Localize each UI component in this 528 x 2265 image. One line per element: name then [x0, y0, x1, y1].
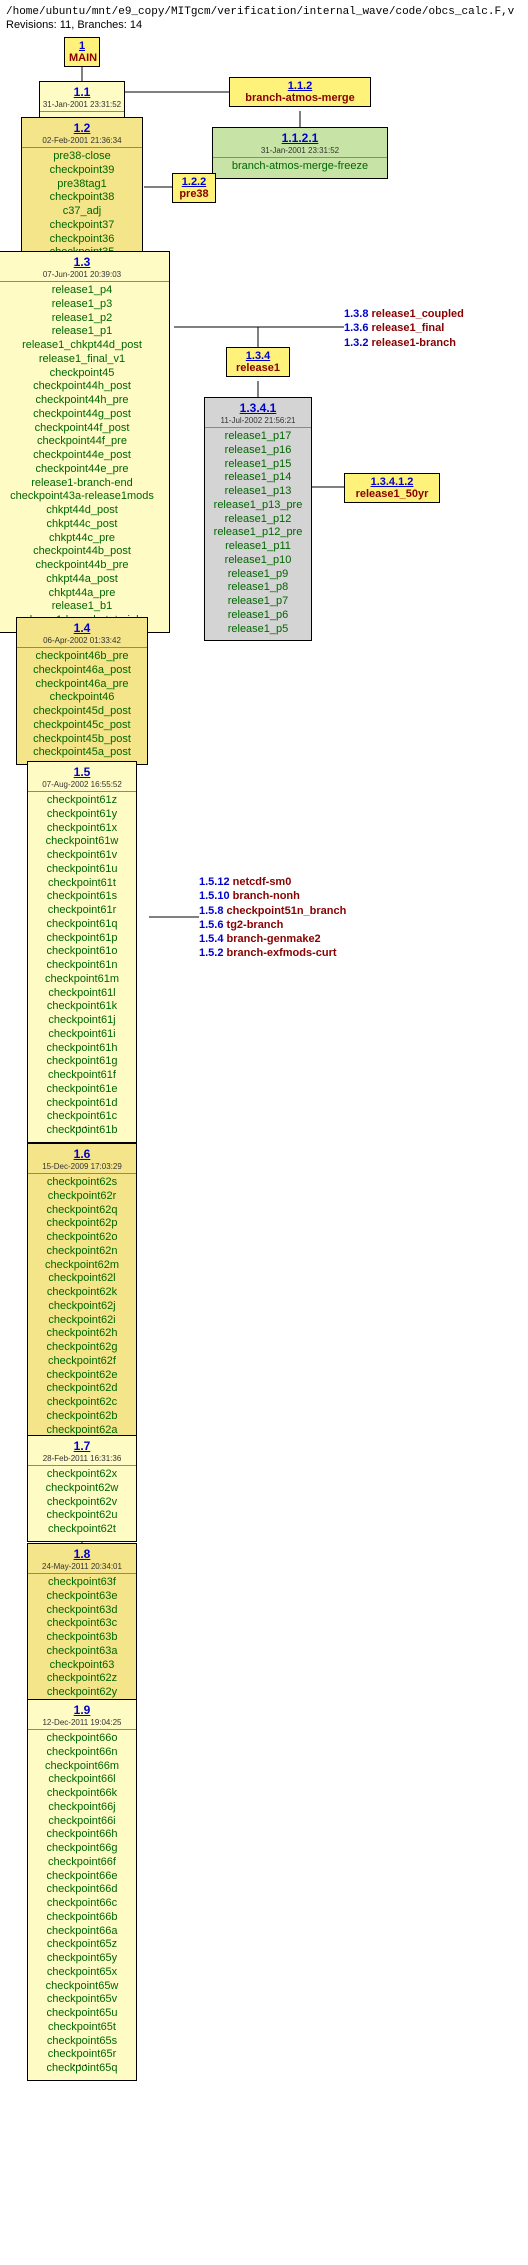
tag: pre38	[177, 188, 211, 200]
rev: 1.7	[32, 1439, 132, 1454]
date: 02-Feb-2001 21:36:34	[22, 136, 142, 148]
main-rev: 1	[69, 40, 95, 52]
tags: checkpoint63fcheckpoint63echeckpoint63dc…	[32, 1576, 132, 1700]
date: 15-Dec-2009 17:03:29	[28, 1162, 136, 1174]
rev: 1.9	[32, 1703, 132, 1718]
tags: checkpoint46b_precheckpoint46a_postcheck…	[21, 650, 143, 760]
ellipsis-icon: ...	[72, 2053, 90, 2069]
node-1-7[interactable]: 1.7 28-Feb-2011 16:31:36 checkpoint62xch…	[27, 1435, 137, 1542]
meta-line: Revisions: 11, Branches: 14	[6, 19, 528, 31]
node-1-1-2-1[interactable]: 1.1.2.1 31-Jan-2001 23:31:52 branch-atmo…	[212, 127, 388, 179]
date: 07-Aug-2002 16:55:52	[28, 780, 136, 792]
rev: 1.4	[21, 621, 143, 636]
tags: release1_p17release1_p16release1_p15rele…	[209, 430, 307, 636]
tag: branch-atmos-merge-freeze	[217, 160, 383, 174]
branches-1-5: 1.5.12 netcdf-sm01.5.10 branch-nonh1.5.8…	[199, 875, 346, 961]
node-1-3[interactable]: 1.3 07-Jun-2001 20:39:03 release1_p4rele…	[0, 251, 170, 633]
tags: pre38-closecheckpoint39pre38tag1checkpoi…	[26, 150, 138, 260]
node-1-3-4[interactable]: 1.3.4 release1	[226, 347, 290, 377]
revision-graph: 1 MAIN 1.1 31-Jan-2001 23:31:52 1.1.2 br…	[4, 37, 524, 2257]
file-path: /home/ubuntu/mnt/e9_copy/MITgcm/verifica…	[6, 6, 528, 18]
date: 06-Apr-2002 01:33:42	[17, 636, 147, 648]
rev: 1.6	[32, 1147, 132, 1162]
tags: checkpoint62scheckpoint62rcheckpoint62qc…	[32, 1176, 132, 1451]
rev: 1.3.4.1.2	[349, 476, 435, 488]
date: 24-May-2011 20:34:01	[28, 1562, 136, 1574]
node-1-1-2[interactable]: 1.1.2 branch-atmos-merge	[229, 77, 371, 107]
node-1-3-4-1[interactable]: 1.3.4.1 11-Jul-2002 21:56:21 release1_p1…	[204, 397, 312, 641]
rev: 1.2.2	[177, 176, 211, 188]
node-1-2-2[interactable]: 1.2.2 pre38	[172, 173, 216, 203]
rev: 1.1.2.1	[217, 131, 383, 146]
node-1-2[interactable]: 1.2 02-Feb-2001 21:36:34 pre38-closechec…	[21, 117, 143, 265]
rev: 1.1	[44, 85, 120, 100]
node-1-8[interactable]: 1.8 24-May-2011 20:34:01 checkpoint63fch…	[27, 1543, 137, 1705]
date: 12-Dec-2011 19:04:25	[28, 1718, 136, 1730]
branches-1-3: 1.3.8 release1_coupled1.3.6 release1_fin…	[344, 307, 464, 350]
date: 31-Jan-2001 23:31:52	[40, 100, 124, 112]
tag: release1_50yr	[349, 488, 435, 500]
rev: 1.3.4	[231, 350, 285, 362]
node-1-4[interactable]: 1.4 06-Apr-2002 01:33:42 checkpoint46b_p…	[16, 617, 148, 765]
node-main[interactable]: 1 MAIN	[64, 37, 100, 67]
main-tag: MAIN	[69, 52, 95, 64]
tag: branch-atmos-merge	[234, 92, 366, 104]
date: 28-Feb-2011 16:31:36	[28, 1454, 136, 1466]
rev: 1.3.4.1	[209, 401, 307, 416]
tags: release1_p4release1_p3release1_p2release…	[0, 284, 165, 628]
date: 11-Jul-2002 21:56:21	[205, 416, 311, 428]
ellipsis-icon: ...	[72, 1115, 90, 1131]
node-1-6[interactable]: 1.6 15-Dec-2009 17:03:29 checkpoint62sch…	[27, 1143, 137, 1456]
node-1-1[interactable]: 1.1 31-Jan-2001 23:31:52	[39, 81, 125, 119]
tag: release1	[231, 362, 285, 374]
date: 31-Jan-2001 23:31:52	[213, 146, 387, 158]
rev: 1.8	[32, 1547, 132, 1562]
tags: checkpoint61zcheckpoint61ycheckpoint61xc…	[32, 794, 132, 1138]
tags: checkpoint66ocheckpoint66ncheckpoint66mc…	[32, 1732, 132, 2076]
rev: 1.1.2	[234, 80, 366, 92]
rev: 1.2	[26, 121, 138, 136]
rev: 1.3	[0, 255, 165, 270]
node-1-9[interactable]: 1.9 12-Dec-2011 19:04:25 checkpoint66och…	[27, 1699, 137, 2081]
node-1-3-4-1-2[interactable]: 1.3.4.1.2 release1_50yr	[344, 473, 440, 503]
tags: checkpoint62xcheckpoint62wcheckpoint62vc…	[32, 1468, 132, 1537]
date: 07-Jun-2001 20:39:03	[0, 270, 169, 282]
node-1-5[interactable]: 1.5 07-Aug-2002 16:55:52 checkpoint61zch…	[27, 761, 137, 1143]
rev: 1.5	[32, 765, 132, 780]
